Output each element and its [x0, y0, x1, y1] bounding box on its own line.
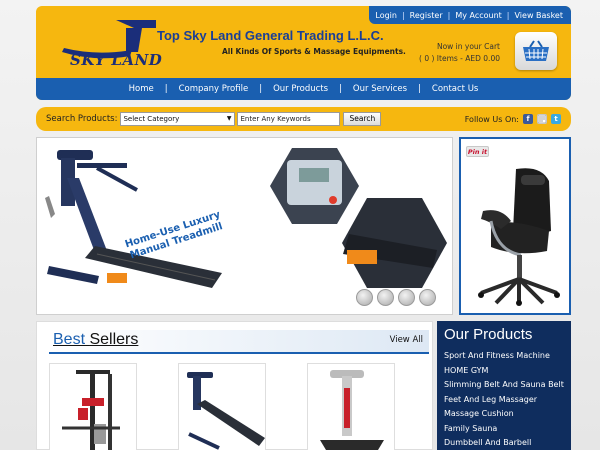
product-category-link[interactable]: Sport And Fitness Machine [444, 349, 571, 364]
follow-us: Follow Us On: f t [465, 114, 561, 124]
divider: | [506, 10, 510, 20]
register-link[interactable]: Register [410, 11, 443, 20]
best-sellers-title: Best Sellers [53, 331, 138, 349]
dropdown-arrow-icon: ▼ [226, 115, 232, 122]
company-tagline: All Kinds Of Sports & Massage Equipments… [222, 47, 406, 56]
vibration-machine-image [320, 370, 384, 450]
cart-info: Now in your Cart ( 0 ) Items - AED 0.00 [419, 41, 500, 65]
our-products-list: Sport And Fitness Machine HOME GYM Slimm… [437, 343, 571, 450]
slide-dot-4[interactable] [419, 289, 436, 306]
slide-indicators [352, 289, 436, 306]
nav-our-products[interactable]: Our Products [273, 84, 328, 94]
blog-icon[interactable] [537, 114, 547, 124]
best-sellers-title-rest: Sellers [89, 331, 139, 348]
product-category-link[interactable]: Slimming Belt And Sauna Belt [444, 378, 571, 393]
view-basket-link[interactable]: View Basket [515, 11, 564, 20]
nav-company-profile[interactable]: Company Profile [179, 84, 249, 94]
basket-icon [523, 40, 549, 61]
slide-dot-1[interactable] [356, 289, 373, 306]
product-category-link[interactable]: Massage Cushion [444, 407, 571, 422]
keyword-input[interactable]: Enter Any Keywords [237, 112, 341, 126]
best-sellers-title-highlight: Best [53, 331, 86, 348]
category-select-value: Select Category [123, 115, 180, 123]
search-bar: Search Products: Select Category ▼ Enter… [36, 107, 571, 131]
product-card[interactable] [49, 363, 137, 450]
pin-it-button[interactable]: Pin it [466, 146, 489, 157]
our-products-title: Our Products [444, 326, 533, 343]
nav-home[interactable]: Home [129, 84, 154, 94]
home-gym-image [62, 370, 120, 450]
category-select[interactable]: Select Category ▼ [120, 112, 236, 126]
login-link[interactable]: Login [375, 11, 397, 20]
slide-dot-3[interactable] [398, 289, 415, 306]
massage-chair-image [478, 168, 560, 306]
product-category-link[interactable]: HOME GYM [444, 364, 571, 379]
cart-summary[interactable]: ( 0 ) Items - AED 0.00 [419, 53, 500, 65]
divider: | [339, 84, 342, 94]
logo-text: SKY LAND [70, 51, 163, 69]
product-card[interactable] [307, 363, 395, 450]
nav-contact-us[interactable]: Contact Us [432, 84, 478, 94]
massage-chair-ad[interactable]: Pin it [459, 137, 571, 315]
cart-label: Now in your Cart [436, 42, 500, 51]
search-label: Search Products: [46, 114, 118, 124]
best-sellers-section: Best Sellers View All [36, 321, 433, 450]
top-links-bar: Login | Register | My Account | View Bas… [369, 6, 571, 24]
divider: | [259, 84, 263, 94]
view-all-link[interactable]: View All [390, 335, 423, 345]
product-category-link[interactable]: Feet And Leg Massager [444, 393, 571, 408]
best-sellers-header: Best Sellers View All [49, 330, 429, 354]
divider: | [447, 10, 451, 20]
facebook-icon[interactable]: f [523, 114, 533, 124]
our-products-sidebar: Our Products Sport And Fitness Machine H… [437, 321, 571, 450]
twitter-icon[interactable]: t [551, 114, 561, 124]
basket-button[interactable] [515, 32, 557, 70]
slide-dot-2[interactable] [377, 289, 394, 306]
product-category-link[interactable]: Family Sauna [444, 422, 571, 437]
hero-slideshow[interactable]: Home-Use Luxury Manual Treadmill [36, 137, 453, 315]
my-account-link[interactable]: My Account [455, 11, 501, 20]
divider: | [418, 84, 421, 94]
divider: | [401, 10, 405, 20]
divider: | [164, 84, 168, 94]
main-nav: Home | Company Profile | Our Products | … [36, 78, 571, 100]
product-card[interactable] [178, 363, 266, 450]
product-category-link[interactable]: Dumbbell And Barbell [444, 436, 571, 450]
treadmill-product-image [187, 372, 265, 450]
search-button[interactable]: Search [343, 112, 382, 126]
company-name: Top Sky Land General Trading L.L.C. [157, 28, 384, 43]
follow-label: Follow Us On: [464, 114, 519, 124]
site-header: Login | Register | My Account | View Bas… [36, 6, 571, 100]
nav-our-services[interactable]: Our Services [353, 84, 407, 94]
